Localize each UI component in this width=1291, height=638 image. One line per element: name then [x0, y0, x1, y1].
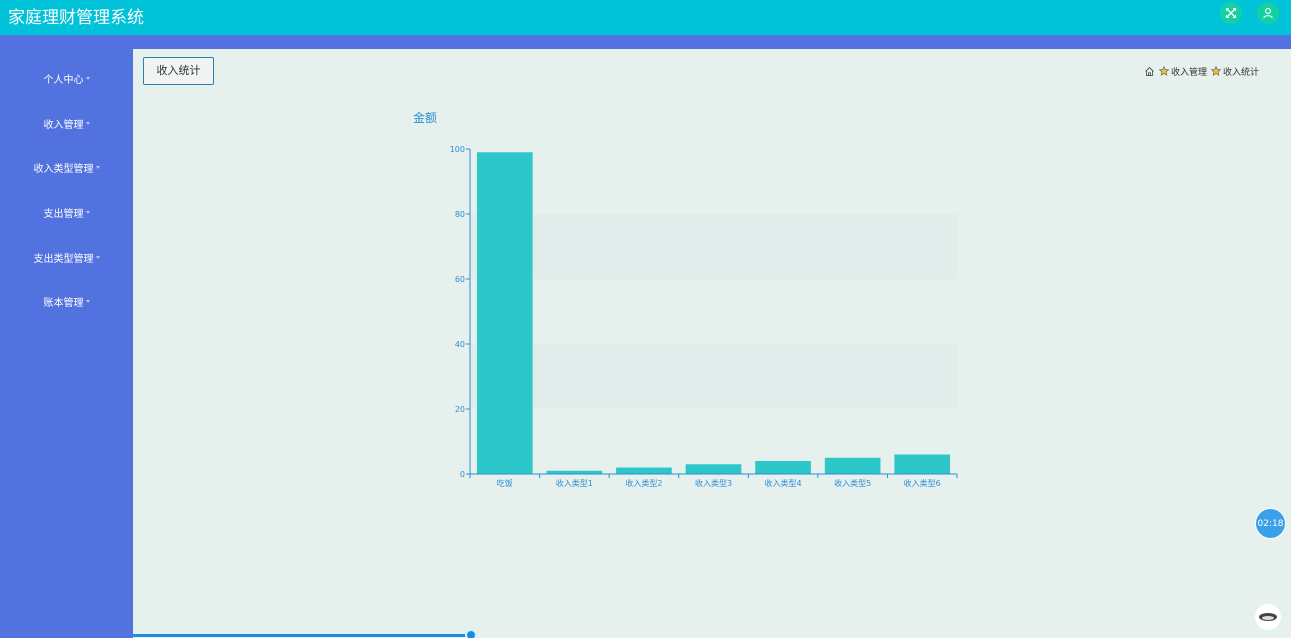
x-tick-label: 收入类型3 — [695, 478, 732, 488]
fullscreen-icon — [1225, 4, 1237, 23]
income-bar-chart: 金额 0 20 40 60 80 100 吃饭 收入类型1 收入类型2 收入类型3 收入类型4 收入… — [413, 110, 958, 488]
bar-3 — [616, 467, 672, 474]
y-axis: 0 20 40 60 80 100 — [450, 145, 471, 479]
y-axis-title: 金额 — [413, 110, 437, 125]
bar-1 — [476, 152, 533, 474]
bar-5 — [755, 461, 811, 474]
x-tick-label: 吃饭 — [497, 478, 513, 488]
y-tick-label: 100 — [450, 145, 465, 154]
x-tick-label: 收入类型2 — [625, 478, 662, 488]
sidebar-item-label: 支出管理 — [43, 209, 84, 220]
sidebar-item-expense-type-management[interactable]: 支出类型管理 — [0, 252, 133, 268]
x-axis: 吃饭 收入类型1 收入类型2 收入类型3 收入类型4 收入类型5 收入类型6 — [469, 473, 958, 488]
breadcrumb-item: 收入统计 — [1223, 67, 1260, 78]
sidebar-item-income-management[interactable]: 收入管理 — [0, 118, 133, 134]
breadcrumb: 收入管理 收入统计 — [1144, 64, 1263, 78]
timer-badge[interactable]: 02:18 — [1255, 508, 1286, 539]
x-tick-label: 收入类型6 — [904, 478, 941, 488]
sidebar-item-label: 账本管理 — [43, 298, 84, 309]
sidebar-item-ledger-management[interactable]: 账本管理 — [0, 296, 133, 312]
fullscreen-button[interactable] — [1220, 2, 1242, 24]
user-icon — [1262, 4, 1274, 23]
header-strip — [0, 35, 1291, 49]
x-tick-label: 收入类型4 — [765, 478, 802, 488]
caret-down-icon — [95, 255, 100, 259]
y-tick-label: 0 — [460, 470, 465, 479]
caret-down-icon — [85, 76, 90, 80]
caret-down-icon — [95, 165, 100, 169]
sidebar: 个人中心 收入管理 收入类型管理 支出管理 支出类型管理 账本管理 — [0, 49, 133, 638]
home-icon[interactable] — [1144, 66, 1155, 77]
user-button[interactable] — [1257, 2, 1279, 24]
app-title: 家庭理财管理系统 — [8, 8, 144, 28]
x-tick-label: 收入类型1 — [556, 478, 593, 488]
sidebar-item-expense-management[interactable]: 支出管理 — [0, 207, 133, 223]
chart-grid-bands — [470, 214, 957, 409]
breadcrumb-item[interactable]: 收入管理 — [1171, 65, 1207, 78]
grid-band — [470, 344, 957, 409]
y-tick-label: 80 — [455, 210, 465, 219]
bar-6 — [824, 457, 881, 474]
star-icon — [1159, 66, 1169, 76]
y-tick-label: 60 — [455, 275, 465, 284]
y-tick-label: 40 — [455, 340, 465, 349]
star-icon — [1211, 66, 1222, 76]
caret-down-icon — [85, 210, 90, 214]
y-tick-label: 20 — [455, 405, 465, 414]
bar-7 — [894, 454, 951, 474]
progress-handle[interactable] — [465, 629, 477, 638]
sidebar-item-label: 支出类型管理 — [33, 254, 94, 265]
sidebar-item-income-type-management[interactable]: 收入类型管理 — [0, 162, 133, 178]
caret-down-icon — [85, 299, 90, 303]
top-bar: 家庭理财管理系统 — [0, 0, 1291, 35]
sidebar-item-label: 个人中心 — [43, 75, 84, 86]
x-tick-label: 收入类型5 — [834, 478, 871, 488]
assistant-icon[interactable] — [1255, 604, 1281, 630]
bar-4 — [685, 464, 742, 474]
sidebar-item-label: 收入类型管理 — [33, 164, 94, 175]
chart-bars — [476, 152, 951, 474]
progress-bar[interactable] — [133, 634, 471, 637]
caret-down-icon — [85, 121, 90, 125]
grid-band — [470, 214, 957, 279]
sidebar-item-label: 收入管理 — [43, 120, 84, 131]
income-statistics-button[interactable]: 收入统计 — [143, 57, 214, 85]
sidebar-item-personal-center[interactable]: 个人中心 — [0, 73, 133, 89]
